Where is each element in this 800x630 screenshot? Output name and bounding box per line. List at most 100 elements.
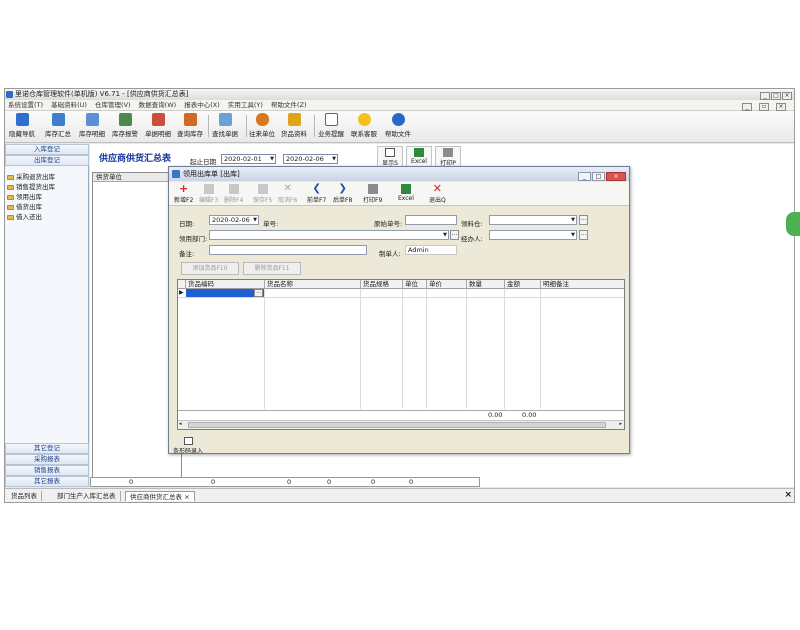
bill-icon bbox=[151, 113, 165, 126]
toolbar-help-button[interactable]: 帮助文件 bbox=[385, 113, 411, 138]
chevron-right-icon: ❯ bbox=[338, 183, 347, 194]
prev-bill-button[interactable]: ❮ 前单F7 bbox=[307, 184, 326, 205]
mdi-restore-button[interactable]: ▫ bbox=[759, 103, 769, 111]
goods-code-cell[interactable] bbox=[186, 289, 264, 297]
horizontal-scrollbar[interactable]: ◂ ▸ bbox=[178, 420, 624, 429]
bill-no-label: 单号: bbox=[263, 220, 279, 228]
navigation-sidebar: 入库登记 出库登记 采购退货出库 销售提货出库 领用出库 借货出库 借入还出 其… bbox=[5, 144, 89, 487]
tab-goods-list[interactable]: 货品列表 bbox=[7, 491, 42, 501]
mdi-minimize-button[interactable]: _ bbox=[742, 103, 752, 111]
sidebar-other-register[interactable]: 其它登记 bbox=[5, 443, 89, 454]
floating-widget[interactable] bbox=[786, 212, 800, 236]
orig-bill-no-input[interactable] bbox=[405, 215, 457, 225]
minimize-button[interactable]: _ bbox=[760, 92, 770, 100]
sidebar-other-reports[interactable]: 其它报表 bbox=[5, 476, 89, 487]
column-divider bbox=[360, 289, 361, 409]
dialog-titlebar: 领用出库单 [出库] _ □ × bbox=[169, 167, 629, 181]
toolbar-hide-nav-button[interactable]: 隐藏导航 bbox=[9, 113, 35, 138]
toolbar-bill-detail-button[interactable]: 单据明细 bbox=[145, 113, 171, 138]
dialog-close-button[interactable]: × bbox=[606, 172, 626, 181]
excel-button[interactable]: Excel bbox=[406, 146, 432, 167]
warehouse-lookup-button[interactable]: ... bbox=[579, 215, 588, 225]
exit-button[interactable]: ✕ 退出Q bbox=[429, 183, 446, 204]
delete-goods-button[interactable]: 删除货品F11 bbox=[243, 262, 301, 275]
edit-button[interactable]: 编辑F3 bbox=[199, 184, 218, 204]
sidebar-outbound-register[interactable]: 出库登记 bbox=[5, 155, 89, 166]
excel-export-button[interactable]: Excel bbox=[398, 184, 414, 202]
dialog-minimize-button[interactable]: _ bbox=[578, 172, 591, 181]
table-row: ▶ ... bbox=[178, 289, 624, 298]
toolbar-reminder-button[interactable]: 业务提醒 bbox=[318, 113, 344, 138]
dept-select[interactable]: ▼ bbox=[209, 230, 449, 240]
column-divider bbox=[426, 289, 427, 409]
delete-button[interactable]: 删除F4 bbox=[224, 184, 243, 204]
toolbar-partners-button[interactable]: 往来单位 bbox=[249, 113, 275, 138]
new-button[interactable]: + 新增F2 bbox=[174, 183, 193, 204]
total-cell: 0 bbox=[409, 478, 414, 486]
tab-dept-production-summary[interactable]: 部门生产入库汇总表 bbox=[53, 491, 121, 501]
partners-icon bbox=[255, 113, 269, 126]
toolbar-support-button[interactable]: 联系客服 bbox=[351, 113, 377, 138]
start-date-picker[interactable]: 2020-02-01 ▼ bbox=[221, 154, 276, 164]
scroll-right-icon[interactable]: ▸ bbox=[619, 421, 622, 427]
close-icon[interactable]: × bbox=[184, 493, 189, 501]
sidebar-purchase-reports[interactable]: 采购报表 bbox=[5, 454, 89, 465]
toolbar-goods-button[interactable]: 货品资料 bbox=[281, 113, 307, 138]
chart-icon bbox=[85, 113, 99, 126]
sidebar-sales-reports[interactable]: 销售报表 bbox=[5, 465, 89, 476]
show-button[interactable]: 显示S bbox=[377, 146, 403, 167]
menu-basic-data[interactable]: 基础资料(U) bbox=[51, 101, 87, 109]
warehouse-select[interactable]: ▼ bbox=[489, 215, 577, 225]
chevron-down-icon: ▼ bbox=[571, 232, 575, 238]
remark-input[interactable] bbox=[209, 245, 367, 255]
end-date-picker[interactable]: 2020-02-06 ▼ bbox=[283, 154, 338, 164]
mdi-close-button[interactable]: × bbox=[776, 103, 786, 111]
maximize-button[interactable]: □ bbox=[771, 92, 781, 100]
tree-item[interactable]: 借入还出 bbox=[7, 212, 55, 222]
toolbar-stock-summary-button[interactable]: 库存汇总 bbox=[45, 113, 71, 138]
total-cell: 0 bbox=[327, 478, 332, 486]
toolbar-stock-detail-button[interactable]: 库存明细 bbox=[79, 113, 105, 138]
toolbar-find-bill-button[interactable]: 查找单据 bbox=[212, 113, 238, 138]
scroll-thumb[interactable] bbox=[188, 422, 606, 428]
save-button[interactable]: 保存F5 bbox=[253, 184, 272, 204]
add-goods-button[interactable]: 添加货品F10 bbox=[181, 262, 239, 275]
menu-system[interactable]: 系统设置(T) bbox=[8, 101, 43, 109]
dept-lookup-button[interactable]: ... bbox=[450, 230, 459, 240]
tree-item[interactable]: 采购退货出库 bbox=[7, 172, 55, 182]
tree-item[interactable]: 借货出库 bbox=[7, 202, 55, 212]
menu-warehouse[interactable]: 仓库管理(V) bbox=[95, 101, 131, 109]
edit-icon bbox=[203, 184, 214, 194]
close-all-tabs-icon[interactable]: × bbox=[784, 490, 792, 500]
page-title: 供应商供货汇总表 bbox=[99, 154, 172, 164]
tree-item[interactable]: 领用出库 bbox=[7, 192, 55, 202]
scroll-left-icon[interactable]: ◂ bbox=[179, 421, 182, 427]
document-tabs: 货品列表 部门生产入库汇总表 供应商供货汇总表 × × bbox=[5, 488, 794, 502]
row-pointer-icon: ▶ bbox=[179, 289, 184, 296]
menu-reports[interactable]: 报表中心(X) bbox=[184, 101, 220, 109]
menu-help[interactable]: 帮助文件(Z) bbox=[271, 101, 307, 109]
toolbar-stock-alert-button[interactable]: 库存报警 bbox=[112, 113, 138, 138]
toolbar-query-stock-button[interactable]: 查询库存 bbox=[177, 113, 203, 138]
delete-icon bbox=[228, 184, 239, 194]
dialog-maximize-button[interactable]: □ bbox=[592, 172, 605, 181]
tree-item[interactable]: 销售提货出库 bbox=[7, 182, 55, 192]
sidebar-tree: 采购退货出库 销售提货出库 领用出库 借货出库 借入还出 bbox=[7, 172, 55, 222]
handler-select[interactable]: ▼ bbox=[489, 230, 577, 240]
tab-supplier-summary[interactable]: 供应商供货汇总表 × bbox=[125, 491, 195, 501]
next-bill-button[interactable]: ❯ 后单F8 bbox=[333, 183, 352, 205]
sidebar-inbound-register[interactable]: 入库登记 bbox=[5, 144, 89, 155]
menu-tools[interactable]: 实用工具(Y) bbox=[228, 101, 263, 109]
barcode-entry-button[interactable]: 条形码录入 bbox=[173, 437, 203, 455]
database-icon bbox=[51, 113, 65, 126]
col-qty: 数量 bbox=[466, 280, 482, 289]
handler-lookup-button[interactable]: ... bbox=[579, 230, 588, 240]
print-button[interactable]: 打印P bbox=[435, 146, 461, 167]
print-button[interactable]: 打印F9 bbox=[363, 184, 382, 204]
chevron-down-icon: ▼ bbox=[443, 232, 447, 238]
menu-query[interactable]: 数据查询(W) bbox=[139, 101, 177, 109]
goods-lookup-button[interactable]: ... bbox=[254, 289, 263, 297]
close-button[interactable]: × bbox=[782, 92, 792, 100]
cancel-button[interactable]: ✕ 取消F6 bbox=[278, 184, 297, 205]
date-picker[interactable]: 2020-02-06 ▼ bbox=[209, 215, 259, 225]
